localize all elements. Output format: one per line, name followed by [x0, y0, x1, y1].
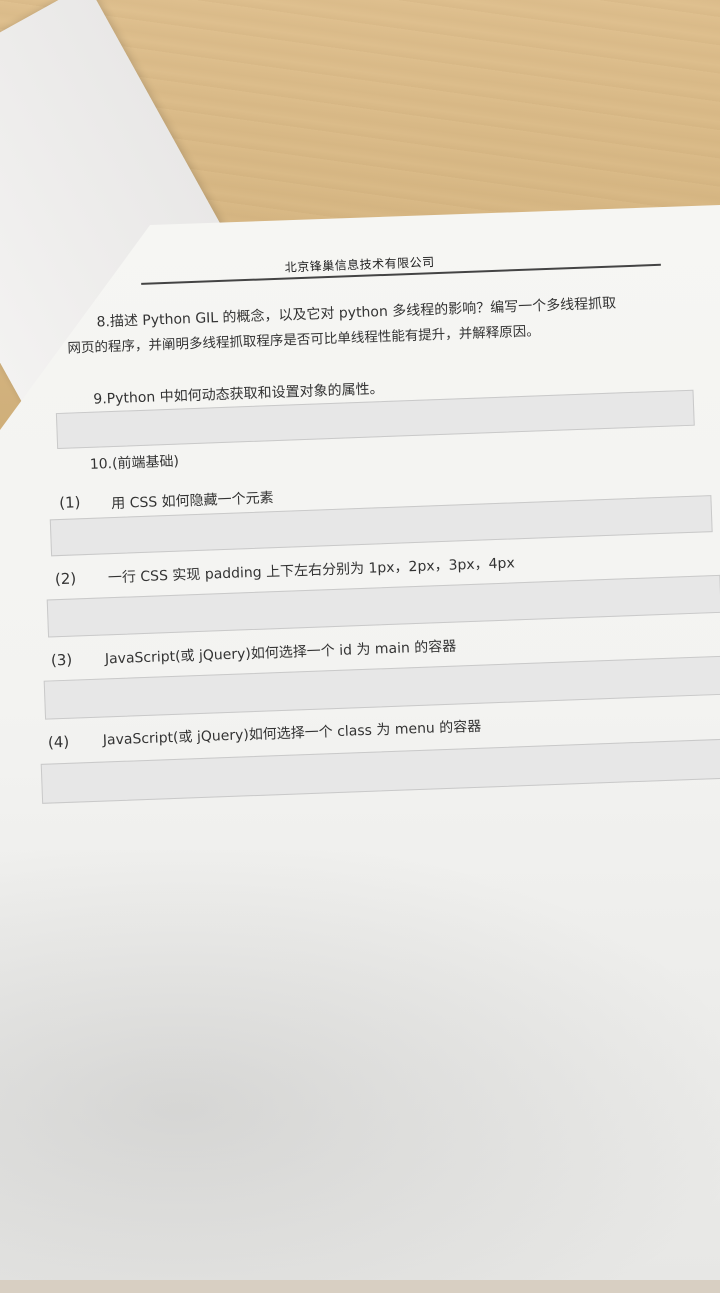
question-10-4-number: (4) — [47, 732, 70, 752]
question-10-4-answer-input[interactable] — [41, 739, 720, 803]
paper-content: 北京锋巢信息技术有限公司 8.描述 Python GIL 的概念，以及它对 py… — [0, 0, 720, 1293]
question-10-2-text: 一行 CSS 实现 padding 上下左右分别为 1px，2px，3px，4p… — [107, 555, 516, 587]
question-10-4-answer-box[interactable] — [40, 738, 720, 804]
question-10-1-number: (1) — [58, 493, 81, 513]
question-10-3-number: (3) — [50, 650, 73, 670]
question-10-title: 10.(前端基础) — [89, 453, 180, 473]
question-10-3-text: JavaScript(或 jQuery)如何选择一个 id 为 main 的容器 — [104, 638, 457, 668]
question-10-2-number: (2) — [54, 569, 77, 589]
question-10-1-text: 用 CSS 如何隐藏一个元素 — [110, 490, 274, 513]
question-10-4-text: JavaScript(或 jQuery)如何选择一个 class 为 menu … — [102, 718, 482, 749]
